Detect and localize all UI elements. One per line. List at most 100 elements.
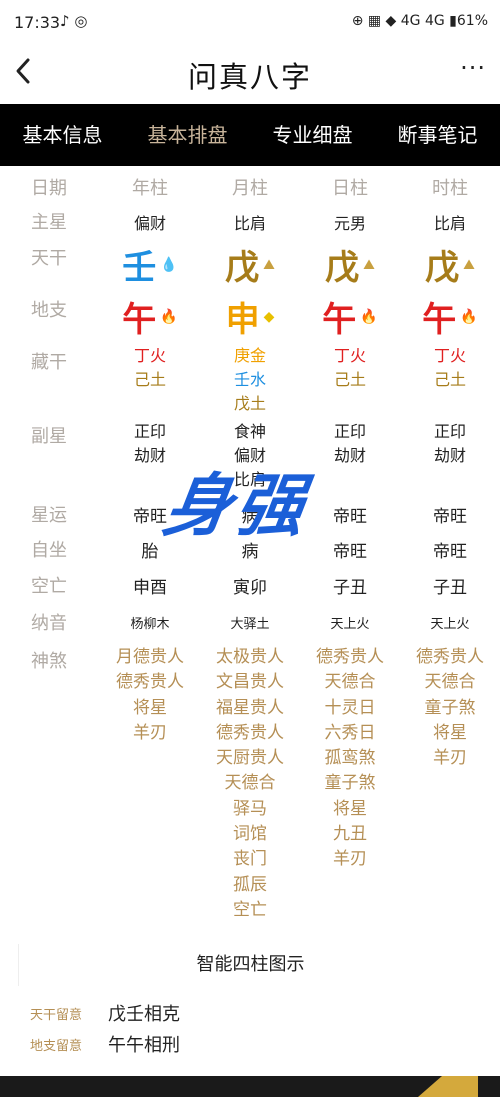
nayin: 大驿土 [230, 617, 270, 632]
col-header-day: 日柱 [332, 178, 368, 199]
shensha-item: 天德合 [424, 672, 476, 693]
void: 子丑 [433, 578, 467, 598]
hidden-stem: 丁火 [433, 346, 466, 365]
fire-icon: 🔥 [460, 308, 478, 325]
shensha-item: 六秀日 [324, 722, 376, 743]
shensha-item: 九丑 [333, 824, 367, 845]
shensha-item: 天厨贵人 [216, 748, 284, 769]
earthly-branch: 午 🔥 [300, 292, 400, 341]
sub-star: 正印 [433, 422, 466, 441]
row-label-nayin: 纳音 [31, 613, 67, 634]
notification-icons: ♪ ◎ [60, 12, 88, 30]
row-label-shensha: 神煞 [31, 651, 67, 672]
tab-notes[interactable]: 断事笔记 [375, 104, 500, 166]
main-star: 比肩 [233, 214, 266, 233]
hidden-stem: 己土 [433, 370, 466, 389]
shensha-list: 月德贵人 德秀贵人 将星 羊刃 [100, 645, 200, 746]
tab-professional-chart[interactable]: 专业细盘 [250, 104, 375, 166]
shensha-item: 文昌贵人 [216, 672, 284, 693]
system-status-icons: ⊕ ▦ ◆ 4G 4G ▮61% [351, 13, 488, 29]
hidden-stems: 丁火 己土 [100, 344, 200, 392]
shensha-item: 月德贵人 [116, 647, 184, 667]
branch-char: 午 [122, 300, 157, 340]
hidden-stems: 丁火 己土 [300, 344, 400, 392]
shensha-list: 德秀贵人 天德合 童子煞 将星 羊刃 [400, 645, 500, 771]
heavenly-stem: 壬 💧 [100, 240, 200, 289]
stem-char: 戊 [325, 248, 360, 288]
more-options-icon[interactable]: ··· [460, 54, 486, 82]
row-label-sub-star: 副星 [31, 426, 67, 447]
sub-star: 正印 [333, 422, 366, 441]
tab-basic-info[interactable]: 基本信息 [0, 104, 125, 166]
fire-icon: 🔥 [360, 308, 378, 325]
nayin: 天上火 [330, 617, 370, 632]
heavenly-stem: 戊 ⛰ [400, 240, 500, 289]
bottom-banner [0, 1076, 500, 1097]
earthly-branch: 午 🔥 [100, 292, 200, 341]
metal-icon: ◆ [263, 308, 275, 325]
stem-char: 壬 [122, 248, 157, 288]
self-seat: 帝旺 [433, 542, 467, 562]
tab-bar: 基本信息 基本排盘 专业细盘 断事笔记 [0, 104, 500, 166]
sub-star: 食神 [233, 422, 266, 441]
shensha-item: 天德合 [324, 672, 376, 693]
main-star: 偏财 [133, 214, 166, 233]
col-header-year: 年柱 [132, 178, 168, 199]
status-bar: 17:33 ♪ ◎ ⊕ ▦ ◆ 4G 4G ▮61% [0, 0, 500, 46]
star-luck: 帝旺 [433, 507, 467, 527]
shensha-item: 羊刃 [433, 748, 467, 769]
shensha-item: 德秀贵人 [216, 722, 284, 743]
shensha-item: 天德合 [224, 773, 276, 794]
mountain-icon: ⛰ [463, 256, 475, 273]
shensha-item: 太极贵人 [216, 647, 284, 667]
col-header-hour: 时柱 [432, 178, 468, 199]
shensha-item: 丧门 [233, 849, 267, 870]
hidden-stem: 丁火 [333, 346, 366, 365]
shensha-item: 十灵日 [324, 697, 376, 718]
branch-char: 午 [322, 300, 357, 340]
row-label-star-luck: 星运 [31, 505, 67, 526]
shensha-item: 将星 [133, 697, 167, 718]
main-star: 元男 [333, 214, 366, 233]
status-time: 17:33 [14, 13, 61, 32]
sub-star: 劫财 [433, 446, 466, 465]
four-pillars-diagram-title[interactable]: 智能四柱图示 [18, 944, 482, 986]
shensha-item: 童子煞 [424, 697, 476, 718]
heavenly-stem: 戊 ⛰ [200, 240, 300, 289]
banner-decoration [418, 1076, 478, 1097]
row-label-void: 空亡 [31, 576, 67, 597]
shensha-item: 德秀贵人 [416, 647, 484, 667]
void: 子丑 [333, 578, 367, 598]
row-label-branch: 地支 [31, 300, 67, 321]
page-title: 问真八字 [187, 60, 312, 94]
earthly-branch: 午 🔥 [400, 292, 500, 341]
shensha-item: 将星 [333, 798, 367, 819]
stem-char: 戊 [425, 248, 460, 288]
branch-char: 申 [225, 300, 260, 340]
shensha-item: 德秀贵人 [116, 672, 184, 693]
hidden-stems: 丁火 己土 [400, 344, 500, 392]
shensha-item: 空亡 [233, 899, 267, 920]
branch-note-label: 地支留意 [30, 1039, 83, 1054]
nayin: 杨柳木 [130, 617, 170, 632]
shensha-item: 驿马 [233, 798, 267, 819]
stem-note-label: 天干留意 [30, 1008, 83, 1023]
shensha-item: 德秀贵人 [316, 647, 384, 667]
void: 寅卯 [233, 578, 267, 598]
earthly-branch: 申 ◆ [200, 292, 300, 341]
row-label-stem: 天干 [31, 248, 67, 269]
hidden-stem: 己土 [333, 370, 366, 389]
tab-basic-chart[interactable]: 基本排盘 [125, 104, 250, 166]
main-star: 比肩 [433, 214, 466, 233]
stem-char: 戊 [225, 248, 260, 288]
shensha-item: 羊刃 [133, 722, 167, 743]
hidden-stems: 庚金 壬水 戊土 [200, 344, 300, 416]
sub-star: 正印 [133, 422, 166, 441]
water-icon: 💧 [160, 256, 178, 273]
sub-stars: 正印 劫财 [400, 420, 500, 468]
shensha-item: 福星贵人 [216, 697, 284, 718]
fire-icon: 🔥 [160, 308, 178, 325]
hidden-stem: 庚金 [233, 346, 266, 365]
shensha-item: 孤辰 [233, 874, 267, 895]
shensha-item: 孤鸾煞 [324, 748, 376, 769]
